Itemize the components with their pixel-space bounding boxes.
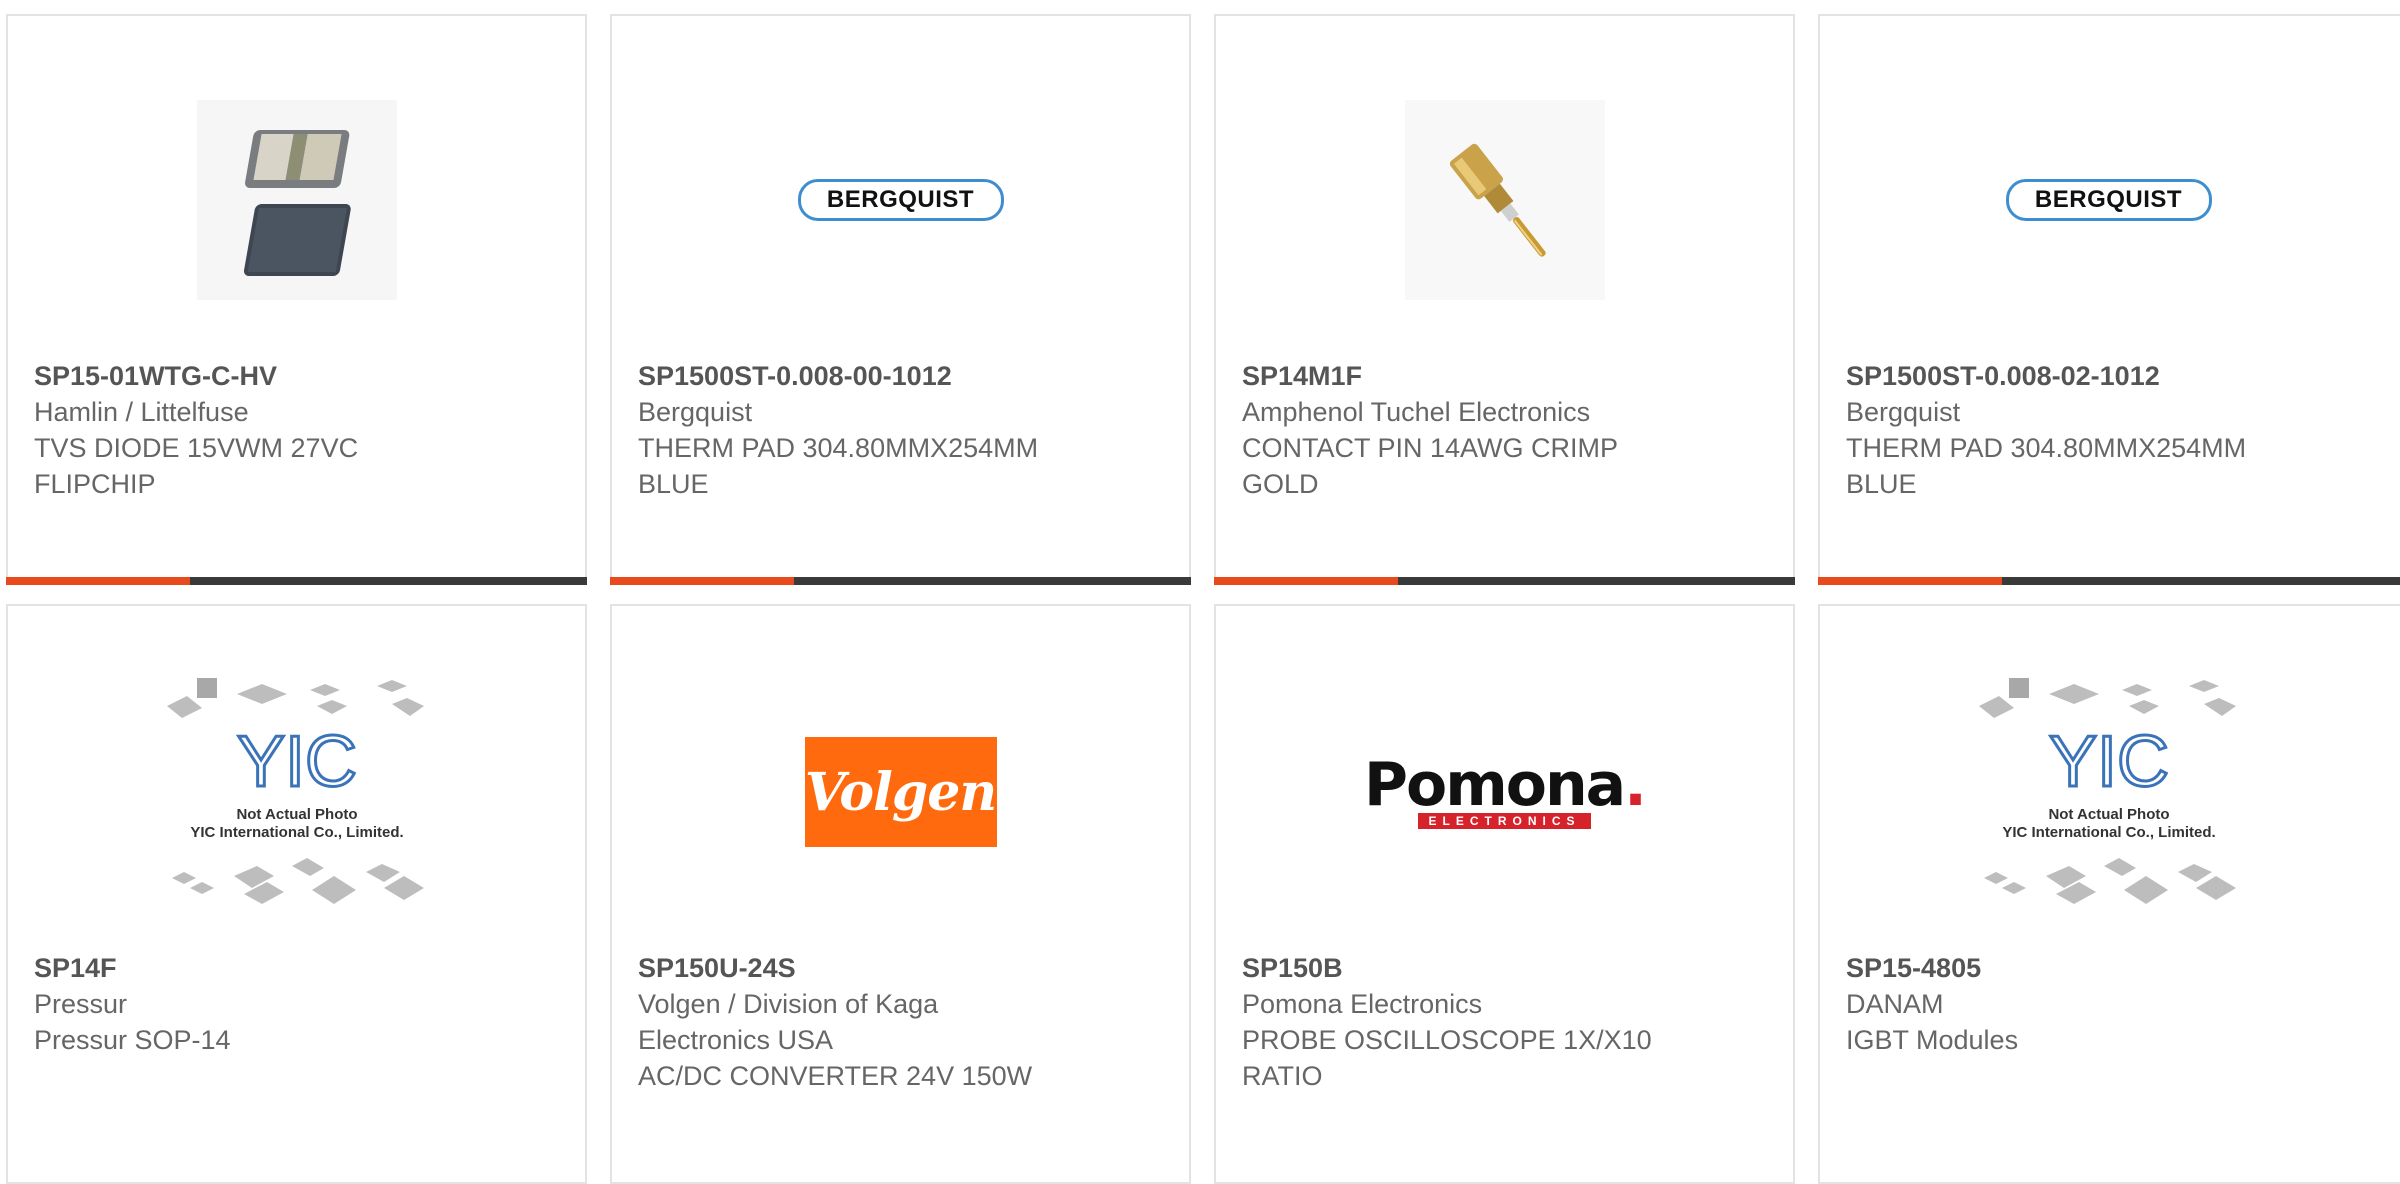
card-bottom-bar — [1818, 577, 2400, 585]
product-info: SP14M1F Amphenol Tuchel Electronics CONT… — [1242, 358, 1773, 502]
placeholder-caption: YIC International Co., Limited. — [190, 824, 403, 841]
product-card[interactable]: YIC Not Actual Photo YIC International C… — [1818, 604, 2400, 1184]
card-bottom-bar — [610, 577, 1191, 585]
product-image[interactable] — [1216, 84, 1793, 316]
yic-placeholder-icon: YIC Not Actual Photo YIC International C… — [166, 678, 424, 904]
part-number[interactable]: SP15-4805 — [1846, 950, 2396, 986]
svg-text:YIC: YIC — [236, 722, 356, 802]
product-image[interactable]: Pomona. ELECTRONICS — [1216, 676, 1793, 908]
manufacturer: DANAM — [1846, 989, 1944, 1019]
product-image[interactable]: BERGQUIST — [612, 84, 1189, 316]
description-line: GOLD — [1242, 469, 1319, 499]
manufacturer: Hamlin / Littelfuse — [34, 397, 249, 427]
card-bar-accent — [1214, 577, 1398, 585]
product-card[interactable]: BERGQUIST SP1500ST-0.008-00-1012 Bergqui… — [610, 14, 1191, 585]
part-number[interactable]: SP150B — [1242, 950, 1773, 986]
pomona-logo-icon: Pomona. ELECTRONICS — [1364, 750, 1647, 829]
description-line: BLUE — [1846, 469, 1917, 499]
product-card[interactable]: SP14M1F Amphenol Tuchel Electronics CONT… — [1214, 14, 1795, 585]
tvs-diode-photo-icon — [196, 100, 397, 300]
bergquist-logo-icon: BERGQUIST — [797, 179, 1004, 221]
manufacturer: Pomona Electronics — [1242, 989, 1483, 1019]
part-number[interactable]: SP15-01WTG-C-HV — [34, 358, 565, 394]
description-line: BLUE — [638, 469, 709, 499]
placeholder-caption: Not Actual Photo — [2048, 806, 2169, 823]
manufacturer: Volgen / Division of Kaga — [638, 989, 939, 1019]
product-image[interactable]: YIC Not Actual Photo YIC International C… — [8, 676, 585, 908]
description-line: THERM PAD 304.80MMX254MM — [1846, 433, 2247, 463]
manufacturer: Bergquist — [1846, 397, 1961, 427]
description-line: IGBT Modules — [1846, 1025, 2019, 1055]
pomona-logo-sub: ELECTRONICS — [1418, 813, 1591, 829]
description-line: CONTACT PIN 14AWG CRIMP — [1242, 433, 1619, 463]
product-info: SP15-4805 DANAM IGBT Modules — [1846, 950, 2396, 1058]
product-image[interactable] — [8, 84, 585, 316]
description-line: THERM PAD 304.80MMX254MM — [638, 433, 1039, 463]
description-line: FLIPCHIP — [34, 469, 156, 499]
volgen-logo-icon: Volgen — [804, 737, 997, 847]
product-grid: SP15-01WTG-C-HV Hamlin / Littelfuse TVS … — [0, 0, 2400, 1184]
manufacturer: Pressur — [34, 989, 128, 1019]
description-line: AC/DC CONVERTER 24V 150W — [638, 1061, 1033, 1091]
product-info: SP14F Pressur Pressur SOP-14 — [34, 950, 565, 1058]
card-bottom-bar — [6, 577, 587, 585]
description-line: TVS DIODE 15VWM 27VC — [34, 433, 359, 463]
product-card[interactable]: Volgen SP150U-24S Volgen / Division of K… — [610, 604, 1191, 1184]
bergquist-logo-icon: BERGQUIST — [2005, 179, 2212, 221]
placeholder-caption: Not Actual Photo — [236, 806, 357, 823]
part-number[interactable]: SP14M1F — [1242, 358, 1773, 394]
manufacturer: Bergquist — [638, 397, 753, 427]
product-image[interactable]: Volgen — [612, 676, 1189, 908]
card-bottom-bar — [1214, 577, 1795, 585]
card-bar-accent — [6, 577, 190, 585]
pomona-logo-text: Pomona — [1364, 750, 1626, 820]
product-info: SP150U-24S Volgen / Division of Kaga Ele… — [638, 950, 1169, 1094]
description-line: PROBE OSCILLOSCOPE 1X/X10 — [1242, 1025, 1652, 1055]
svg-text:YIC: YIC — [2048, 722, 2168, 802]
product-image[interactable]: YIC Not Actual Photo YIC International C… — [1820, 676, 2397, 908]
part-number[interactable]: SP1500ST-0.008-02-1012 — [1846, 358, 2396, 394]
manufacturer: Amphenol Tuchel Electronics — [1242, 397, 1591, 427]
part-number[interactable]: SP150U-24S — [638, 950, 1169, 986]
part-number[interactable]: SP14F — [34, 950, 565, 986]
placeholder-caption: YIC International Co., Limited. — [2002, 824, 2215, 841]
product-card[interactable]: SP15-01WTG-C-HV Hamlin / Littelfuse TVS … — [6, 14, 587, 585]
product-info: SP15-01WTG-C-HV Hamlin / Littelfuse TVS … — [34, 358, 565, 502]
product-info: SP150B Pomona Electronics PROBE OSCILLOS… — [1242, 950, 1773, 1094]
manufacturer: Electronics USA — [638, 1025, 834, 1055]
description-line: Pressur SOP-14 — [34, 1025, 231, 1055]
part-number[interactable]: SP1500ST-0.008-00-1012 — [638, 358, 1169, 394]
contact-pin-photo-icon — [1404, 100, 1605, 300]
product-card[interactable]: Pomona. ELECTRONICS SP150B Pomona Electr… — [1214, 604, 1795, 1184]
product-card[interactable]: BERGQUIST SP1500ST-0.008-02-1012 Bergqui… — [1818, 14, 2400, 585]
product-image[interactable]: BERGQUIST — [1820, 84, 2397, 316]
product-info: SP1500ST-0.008-02-1012 Bergquist THERM P… — [1846, 358, 2396, 502]
card-bar-accent — [610, 577, 794, 585]
card-bar-accent — [1818, 577, 2002, 585]
yic-placeholder-icon: YIC Not Actual Photo YIC International C… — [1978, 678, 2236, 904]
description-line: RATIO — [1242, 1061, 1323, 1091]
product-info: SP1500ST-0.008-00-1012 Bergquist THERM P… — [638, 358, 1169, 502]
product-card[interactable]: YIC Not Actual Photo YIC International C… — [6, 604, 587, 1184]
